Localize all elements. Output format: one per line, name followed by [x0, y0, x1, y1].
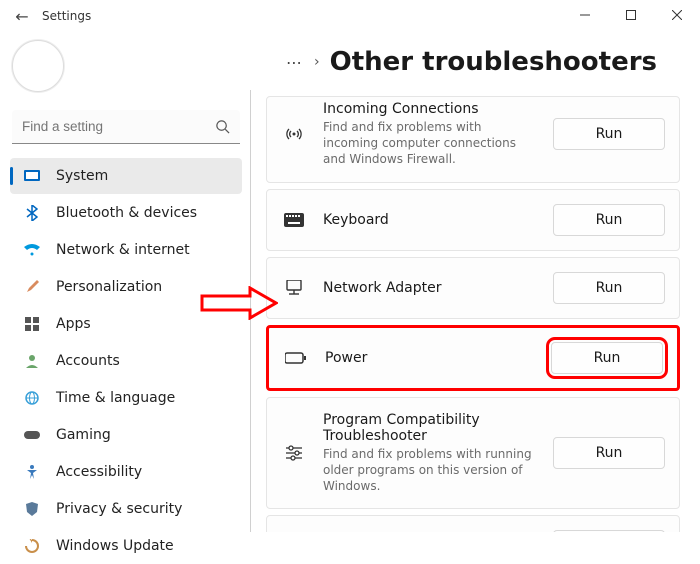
sidebar-item-gaming[interactable]: Gaming	[10, 417, 242, 453]
sidebar-item-accessibility[interactable]: Accessibility	[10, 454, 242, 490]
keyboard-icon	[281, 213, 307, 227]
globe-icon	[22, 391, 42, 405]
sidebar-item-label: Gaming	[56, 427, 111, 443]
run-button[interactable]: Run	[553, 118, 665, 150]
search-box[interactable]	[12, 110, 240, 144]
sliders-icon	[281, 445, 307, 461]
troubleshooter-title: Program Compatibility Troubleshooter	[323, 412, 537, 444]
shield-icon	[22, 502, 42, 516]
search-icon	[215, 119, 230, 134]
avatar	[12, 40, 64, 92]
troubleshooter-title: Keyboard	[323, 212, 537, 228]
accounts-icon	[22, 354, 42, 368]
troubleshooter-network-adapter: Network Adapter Run	[266, 257, 680, 319]
network-adapter-icon	[281, 280, 307, 296]
sidebar-item-system[interactable]: System	[10, 158, 242, 194]
sidebar-item-label: System	[56, 168, 108, 184]
wifi-icon	[22, 244, 42, 256]
system-icon	[22, 170, 42, 182]
breadcrumb-more[interactable]: ⋯	[286, 53, 304, 72]
user-profile[interactable]	[10, 36, 242, 100]
troubleshooter-incoming-connections: Incoming Connections Find and fix proble…	[266, 96, 680, 183]
antenna-icon	[281, 125, 307, 143]
apps-icon	[22, 317, 42, 331]
maximize-button[interactable]	[608, 0, 654, 30]
troubleshooter-title: Power	[325, 350, 535, 366]
run-button[interactable]: Run	[553, 437, 665, 469]
sidebar-item-time[interactable]: Time & language	[10, 380, 242, 416]
sidebar-item-update[interactable]: Windows Update	[10, 528, 242, 564]
sidebar-item-label: Accessibility	[56, 464, 142, 480]
sidebar-item-label: Network & internet	[56, 242, 190, 258]
run-button[interactable]: Run	[553, 204, 665, 236]
battery-icon	[283, 352, 309, 364]
gaming-icon	[22, 429, 42, 441]
accessibility-icon	[22, 465, 42, 479]
search-input[interactable]	[22, 119, 215, 134]
sidebar-item-label: Windows Update	[56, 538, 174, 554]
update-icon	[22, 539, 42, 553]
minimize-button[interactable]	[562, 0, 608, 30]
back-button[interactable]: ←	[10, 7, 34, 26]
brush-icon	[22, 280, 42, 294]
page-title: Other troubleshooters	[330, 47, 657, 77]
close-button[interactable]	[654, 0, 700, 30]
sidebar-item-privacy[interactable]: Privacy & security	[10, 491, 242, 527]
sidebar-item-accounts[interactable]: Accounts	[10, 343, 242, 379]
sidebar-item-label: Time & language	[56, 390, 175, 406]
profile-name	[76, 49, 216, 83]
window-title: Settings	[42, 9, 91, 23]
sidebar-item-bluetooth[interactable]: Bluetooth & devices	[10, 195, 242, 231]
troubleshooter-title: Network Adapter	[323, 280, 537, 296]
run-button[interactable]: Run	[551, 342, 663, 374]
sidebar-item-label: Privacy & security	[56, 501, 182, 517]
sidebar-item-label: Apps	[56, 316, 91, 332]
sidebar-item-label: Personalization	[56, 279, 162, 295]
annotation-arrow	[200, 286, 278, 320]
troubleshooter-desc: Find and fix problems with running older…	[323, 446, 533, 495]
sidebar-item-label: Accounts	[56, 353, 120, 369]
troubleshooter-recording-audio: Recording Audio Run	[266, 515, 680, 532]
troubleshooter-desc: Find and fix problems with incoming comp…	[323, 119, 533, 168]
troubleshooter-keyboard: Keyboard Run	[266, 189, 680, 251]
troubleshooter-title: Incoming Connections	[323, 101, 537, 117]
sidebar-item-label: Bluetooth & devices	[56, 205, 197, 221]
run-button[interactable]: Run	[553, 272, 665, 304]
troubleshooter-program-compat: Program Compatibility Troubleshooter Fin…	[266, 397, 680, 510]
sidebar-item-network[interactable]: Network & internet	[10, 232, 242, 268]
bluetooth-icon	[22, 205, 42, 221]
troubleshooter-power: Power Run	[266, 325, 680, 391]
chevron-right-icon: ›	[314, 54, 320, 70]
